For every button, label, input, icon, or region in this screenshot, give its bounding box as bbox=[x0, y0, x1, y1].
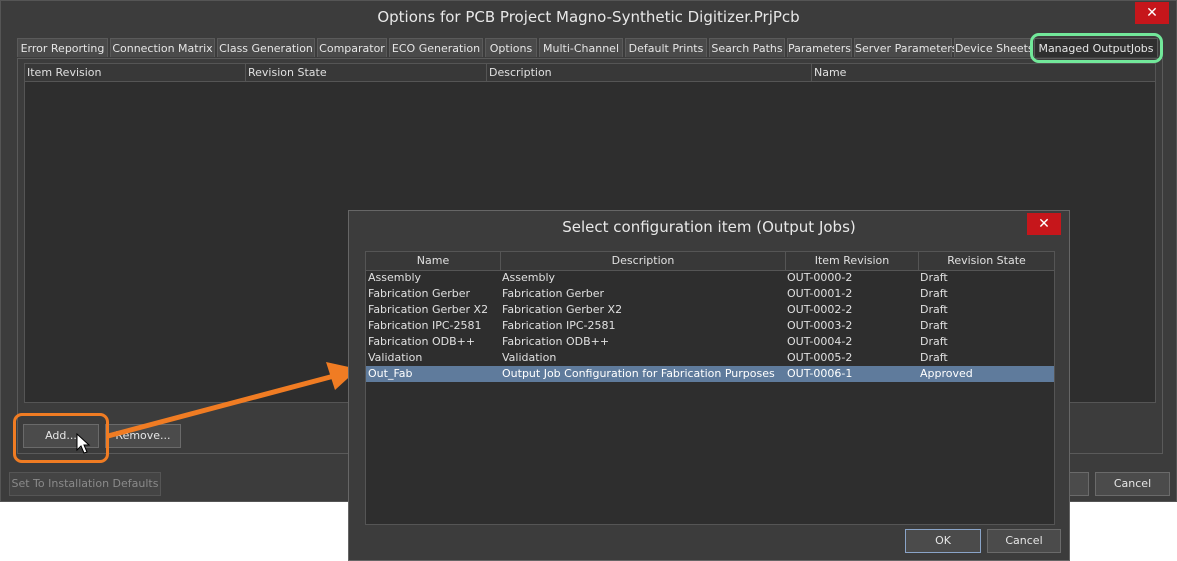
tab-device-sheets[interactable]: Device Sheets bbox=[954, 38, 1034, 57]
cancel-button[interactable]: Cancel bbox=[987, 529, 1061, 553]
item-state: Draft bbox=[920, 335, 948, 348]
item-name: Fabrication Gerber X2 bbox=[368, 303, 489, 316]
col-name[interactable]: Name bbox=[366, 252, 500, 270]
col-description[interactable]: Description bbox=[500, 252, 785, 270]
item-description: Validation bbox=[502, 351, 557, 364]
mouse-cursor-icon bbox=[76, 433, 91, 454]
list-item-selected[interactable]: Out_Fab Output Job Configuration for Fab… bbox=[366, 366, 1054, 382]
item-revision: OUT-0005-2 bbox=[787, 351, 853, 364]
tab-comparator[interactable]: Comparator bbox=[317, 38, 387, 57]
list-item[interactable]: Fabrication Gerber X2 Fabrication Gerber… bbox=[366, 302, 1054, 318]
tab-multi-channel[interactable]: Multi-Channel bbox=[539, 38, 623, 57]
list-item[interactable]: Fabrication IPC-2581 Fabrication IPC-258… bbox=[366, 318, 1054, 334]
item-name: Out_Fab bbox=[368, 367, 413, 380]
tab-server-parameters[interactable]: Server Parameters bbox=[854, 38, 958, 57]
list-item[interactable]: Assembly Assembly OUT-0000-2 Draft bbox=[366, 270, 1054, 286]
item-description: Fabrication Gerber bbox=[502, 287, 605, 300]
tab-options[interactable]: Options bbox=[485, 38, 537, 57]
tab-highlight-ring bbox=[1030, 33, 1163, 63]
list-item[interactable]: Fabrication Gerber Fabrication Gerber OU… bbox=[366, 286, 1054, 302]
item-description: Fabrication IPC-2581 bbox=[502, 319, 616, 332]
item-revision: OUT-0002-2 bbox=[787, 303, 853, 316]
list-item[interactable]: Fabrication ODB++ Fabrication ODB++ OUT-… bbox=[366, 334, 1054, 350]
main-cancel-button[interactable]: Cancel bbox=[1095, 472, 1170, 496]
item-name: Fabrication ODB++ bbox=[368, 335, 476, 348]
item-description: Fabrication Gerber X2 bbox=[502, 303, 623, 316]
list-item[interactable]: Validation Validation OUT-0005-2 Draft bbox=[366, 350, 1054, 366]
tab-connection-matrix[interactable]: Connection Matrix bbox=[110, 38, 215, 57]
item-description: Assembly bbox=[502, 271, 556, 284]
item-name: Validation bbox=[368, 351, 423, 364]
window-close-button[interactable]: ✕ bbox=[1135, 2, 1169, 24]
item-state: Approved bbox=[920, 367, 973, 380]
select-config-item-dialog: Select configuration item (Output Jobs) … bbox=[348, 210, 1070, 561]
item-state: Draft bbox=[920, 351, 948, 364]
tab-parameters[interactable]: Parameters bbox=[787, 38, 852, 57]
item-revision: OUT-0001-2 bbox=[787, 287, 853, 300]
tab-default-prints[interactable]: Default Prints bbox=[625, 38, 707, 57]
list-header: Name Description Item Revision Revision … bbox=[366, 252, 1054, 271]
col-item-revision[interactable]: Item Revision bbox=[785, 252, 918, 270]
item-state: Draft bbox=[920, 303, 948, 316]
window-title: Options for PCB Project Magno-Synthetic … bbox=[377, 8, 800, 26]
item-state: Draft bbox=[920, 287, 948, 300]
tab-eco-generation[interactable]: ECO Generation bbox=[389, 38, 483, 57]
item-revision: OUT-0000-2 bbox=[787, 271, 853, 284]
item-state: Draft bbox=[920, 319, 948, 332]
remove-button[interactable]: Remove... bbox=[105, 424, 181, 448]
ok-button[interactable]: OK bbox=[905, 529, 981, 553]
grid-header: Item Revision Revision State Description… bbox=[25, 64, 1155, 82]
set-defaults-button[interactable]: Set To Installation Defaults bbox=[9, 472, 161, 496]
item-revision: OUT-0003-2 bbox=[787, 319, 853, 332]
item-revision: OUT-0004-2 bbox=[787, 335, 853, 348]
item-name: Assembly bbox=[368, 271, 422, 284]
col-revision-state[interactable]: Revision State bbox=[918, 252, 1054, 270]
item-revision: OUT-0006-1 bbox=[787, 367, 853, 380]
add-button-highlight-ring bbox=[13, 413, 109, 463]
col-description[interactable]: Description bbox=[486, 64, 811, 81]
tab-search-paths[interactable]: Search Paths bbox=[709, 38, 785, 57]
dialog-close-button[interactable]: ✕ bbox=[1027, 213, 1061, 235]
item-state: Draft bbox=[920, 271, 948, 284]
tab-class-generation[interactable]: Class Generation bbox=[217, 38, 315, 57]
item-description: Fabrication ODB++ bbox=[502, 335, 610, 348]
col-revision-state[interactable]: Revision State bbox=[245, 64, 486, 81]
item-name: Fabrication Gerber bbox=[368, 287, 471, 300]
item-name: Fabrication IPC-2581 bbox=[368, 319, 482, 332]
item-description: Output Job Configuration for Fabrication… bbox=[502, 367, 775, 380]
col-item-revision[interactable]: Item Revision bbox=[25, 64, 245, 81]
col-name[interactable]: Name bbox=[811, 64, 1155, 81]
tab-error-reporting[interactable]: Error Reporting bbox=[17, 38, 108, 57]
outputjobs-list[interactable]: Name Description Item Revision Revision … bbox=[365, 251, 1055, 525]
dialog-title: Select configuration item (Output Jobs) bbox=[562, 218, 856, 236]
